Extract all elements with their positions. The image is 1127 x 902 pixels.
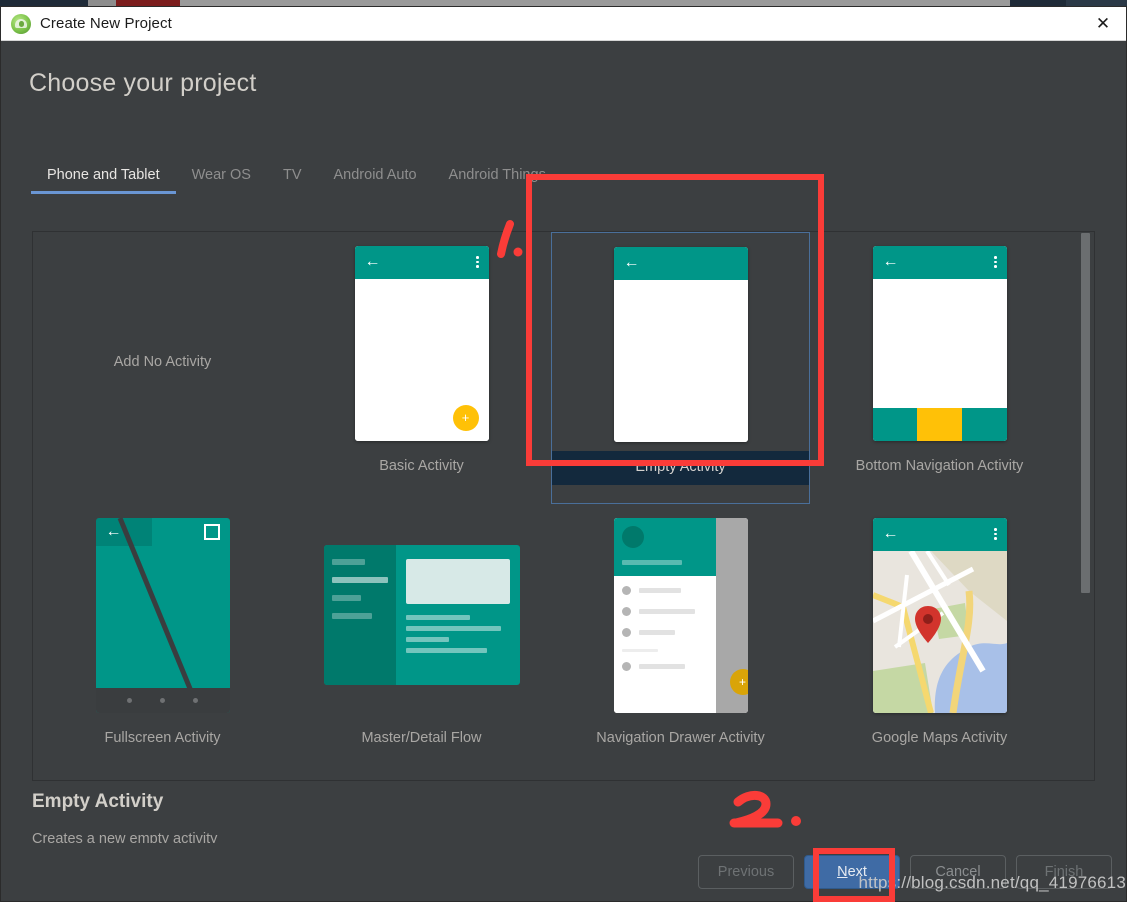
- next-button-mnemonic: N: [837, 864, 847, 880]
- bottom-navigation-bar: [873, 408, 1007, 441]
- create-new-project-dialog: Create New Project ✕ Choose your project…: [0, 6, 1127, 902]
- close-icon[interactable]: ✕: [1080, 7, 1126, 40]
- tab-android-auto[interactable]: Android Auto: [318, 167, 433, 194]
- template-card-fullscreen-activity[interactable]: ← Fullscreen Activity: [33, 504, 292, 776]
- template-label: Add No Activity: [33, 350, 292, 370]
- dialog-body: Choose your project Phone and Tablet Wea…: [1, 41, 1126, 901]
- back-arrow-icon: ←: [106, 524, 122, 540]
- page-title: Choose your project: [29, 69, 257, 98]
- dialog-title: Create New Project: [40, 15, 172, 32]
- thumbnail-basic: ← +: [292, 232, 551, 454]
- overflow-menu-icon: [476, 256, 479, 268]
- watermark-text: https://blog.csdn.net/qq_41976613: [859, 873, 1126, 893]
- thumbnail-bottom-nav: ←: [810, 232, 1069, 454]
- overflow-menu-icon: [994, 528, 997, 540]
- template-label: Bottom Navigation Activity: [810, 454, 1069, 474]
- back-arrow-icon: ←: [883, 254, 899, 270]
- template-card-empty-activity[interactable]: ← Empty Activity: [551, 232, 810, 504]
- tab-tv[interactable]: TV: [267, 167, 318, 194]
- thumbnail-maps: ←: [810, 504, 1069, 726]
- description-title: Empty Activity: [32, 791, 217, 813]
- template-grid-panel: Add No Activity ← +: [32, 231, 1095, 781]
- tab-phone-and-tablet[interactable]: Phone and Tablet: [31, 167, 176, 194]
- thumbnail-nav-drawer: +: [551, 504, 810, 726]
- fullscreen-indicator-bar: [96, 688, 230, 713]
- template-label: Navigation Drawer Activity: [551, 726, 810, 746]
- floating-action-button-icon: +: [453, 405, 479, 431]
- tab-android-things[interactable]: Android Things: [433, 167, 562, 194]
- back-arrow-icon: ←: [365, 254, 381, 270]
- template-grid: Add No Activity ← +: [33, 232, 1094, 776]
- template-label: Master/Detail Flow: [292, 726, 551, 746]
- device-category-tabs: Phone and Tablet Wear OS TV Android Auto…: [31, 154, 562, 194]
- thumbnail-none: [33, 232, 292, 454]
- dialog-footer: Previous Next Cancel Finish https://blog…: [1, 843, 1126, 901]
- fullscreen-expand-icon: [204, 524, 220, 540]
- dialog-title-bar: Create New Project ✕: [1, 7, 1126, 41]
- template-label: Fullscreen Activity: [33, 726, 292, 746]
- overflow-menu-icon: [994, 256, 997, 268]
- back-arrow-icon: ←: [624, 255, 640, 271]
- thumbnail-master-detail: [292, 504, 551, 726]
- template-label: Google Maps Activity: [810, 726, 1069, 746]
- android-studio-icon: [11, 14, 31, 34]
- template-card-bottom-navigation-activity[interactable]: ← Bottom Navigation Activity: [810, 232, 1069, 504]
- tab-wear-os[interactable]: Wear OS: [176, 167, 267, 194]
- avatar: [622, 526, 644, 548]
- back-arrow-icon: ←: [883, 526, 899, 542]
- template-label: Empty Activity: [552, 451, 809, 485]
- thumbnail-fullscreen: ←: [33, 504, 292, 726]
- previous-button[interactable]: Previous: [698, 855, 794, 889]
- template-card-google-maps-activity[interactable]: ←: [810, 504, 1069, 776]
- template-card-add-no-activity[interactable]: Add No Activity: [33, 232, 292, 504]
- template-card-master-detail-flow[interactable]: Master/Detail Flow: [292, 504, 551, 776]
- floating-action-button-icon: +: [730, 669, 748, 695]
- template-description: Empty Activity Creates a new empty activ…: [32, 791, 217, 847]
- template-card-basic-activity[interactable]: ← + Basic Activity: [292, 232, 551, 504]
- template-card-navigation-drawer-activity[interactable]: + Navigation Drawer Activity: [551, 504, 810, 776]
- template-label: Basic Activity: [292, 454, 551, 474]
- map-preview: [873, 551, 1007, 713]
- thumbnail-empty: ←: [552, 233, 809, 455]
- template-grid-scrollbar[interactable]: [1081, 233, 1090, 593]
